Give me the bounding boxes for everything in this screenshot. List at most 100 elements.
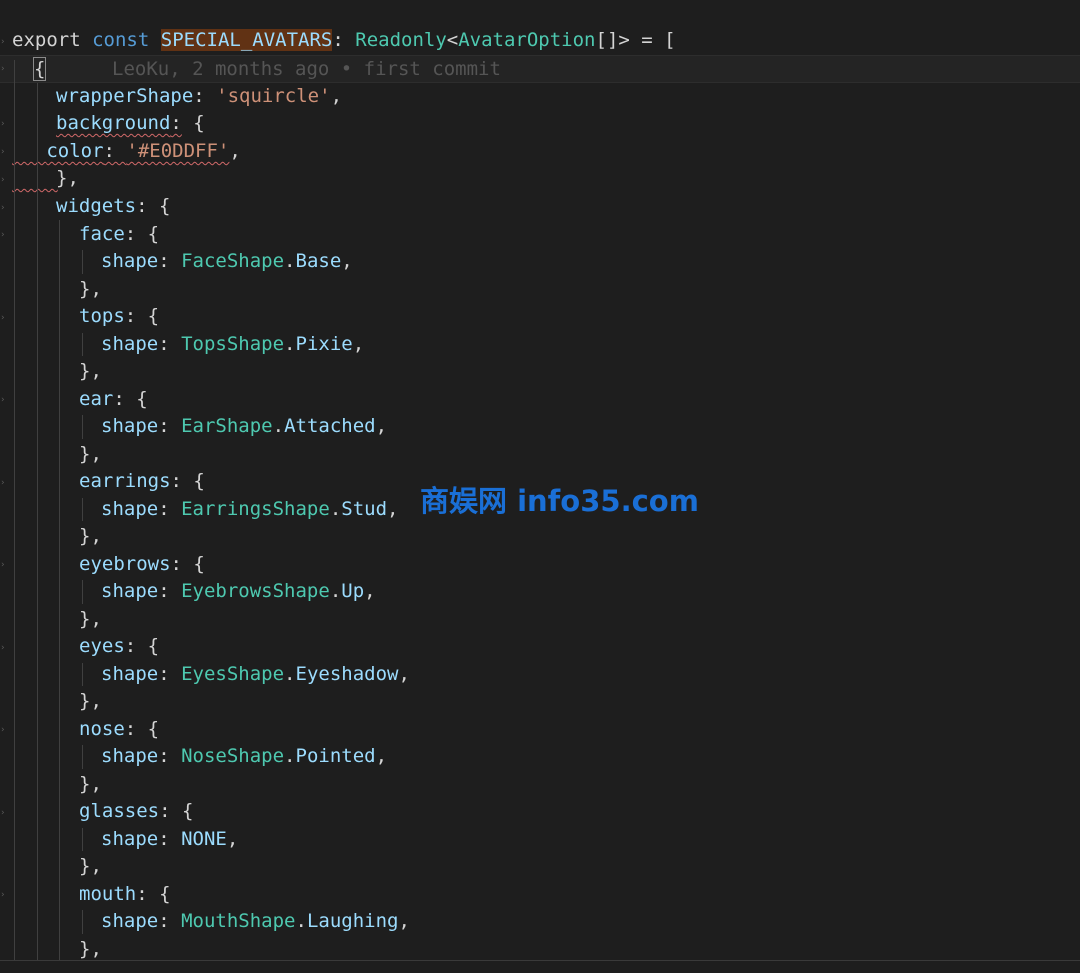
code-line[interactable]: shape: FaceShape.Base, (0, 248, 1080, 276)
current-line[interactable]: { LeoKu, 2 months ago • first commit (0, 55, 1080, 83)
code-line[interactable]: background: { (0, 110, 1080, 138)
code-line[interactable]: shape: TopsShape.Pixie, (0, 331, 1080, 359)
code-line[interactable]: export const SPECIAL_AVATARS: Readonly<A… (0, 27, 1080, 55)
code-line[interactable]: widgets: { (0, 193, 1080, 221)
code-line[interactable]: ear: { (0, 386, 1080, 414)
comma: , (375, 745, 388, 767)
comma: , (364, 580, 376, 602)
shape-key: shape (101, 662, 159, 685)
comma: , (375, 415, 388, 437)
indent-guide (82, 662, 83, 686)
fold-marker-icon[interactable]: › (0, 175, 5, 185)
dot: . (284, 745, 296, 767)
code-line[interactable]: nose: { (0, 716, 1080, 744)
fold-marker-icon[interactable]: › (0, 37, 5, 47)
shape-member: Stud (341, 497, 388, 520)
fold-marker-icon[interactable]: › (0, 230, 5, 240)
fold-marker-icon[interactable]: › (0, 478, 5, 488)
brace-open: : { (170, 552, 205, 575)
fold-marker-icon[interactable]: › (0, 203, 5, 213)
watermark: 商娱网 info35.com (420, 484, 699, 518)
colon: : (158, 580, 182, 602)
brace-open: { (181, 112, 205, 134)
indent-guide (82, 250, 83, 274)
code-line[interactable]: }, (0, 358, 1080, 386)
property-key: color (46, 140, 104, 162)
brace-open: : { (136, 195, 171, 217)
brace-close: }, (79, 277, 102, 300)
fold-marker-icon[interactable]: › (0, 808, 5, 818)
indent-guide (82, 745, 83, 769)
brace-open: : { (170, 470, 205, 492)
fold-marker-icon[interactable]: › (0, 64, 5, 74)
line1-tail: []> = [ (595, 29, 676, 51)
code-line[interactable]: wrapperShape: 'squircle', (0, 83, 1080, 111)
code-line[interactable]: glasses: { (0, 798, 1080, 826)
shape-key: shape (101, 415, 159, 437)
code-line[interactable]: shape: EarShape.Attached, (0, 413, 1080, 441)
code-line[interactable]: mouth: { (0, 881, 1080, 909)
shape-member: Base (295, 250, 342, 272)
code-line[interactable]: }, (0, 523, 1080, 551)
horizontal-scrollbar[interactable] (0, 960, 1080, 973)
widget-key: eyes (79, 635, 125, 657)
brace-open: : { (159, 800, 194, 822)
fold-marker-icon[interactable]: › (0, 395, 5, 405)
code-line[interactable]: }, (0, 853, 1080, 881)
code-line[interactable]: }, (0, 441, 1080, 469)
fold-marker-icon[interactable]: › (0, 890, 5, 900)
dot: . (272, 415, 285, 437)
indent-guide (37, 83, 38, 960)
dot: . (284, 250, 296, 272)
fold-marker-icon[interactable]: › (0, 313, 5, 323)
code-line[interactable]: shape: MouthShape.Laughing, (0, 908, 1080, 936)
fold-marker-icon[interactable]: › (0, 725, 5, 735)
comma: , (387, 497, 399, 520)
code-line[interactable]: shape: EyebrowsShape.Up, (0, 578, 1080, 606)
fold-marker-icon[interactable]: › (0, 119, 5, 129)
shape-key: shape (101, 332, 159, 355)
selected-identifier[interactable]: SPECIAL_AVATARS (160, 29, 333, 51)
avatar-option-type: AvatarOption (458, 29, 596, 51)
shape-enum: EyebrowsShape (181, 580, 330, 602)
brace-open: : { (136, 882, 171, 905)
fold-marker-icon[interactable]: › (0, 643, 5, 653)
colon: : (158, 910, 182, 932)
widget-key: tops (79, 305, 125, 327)
shape-key: shape (101, 580, 159, 602)
brace-open: : { (124, 635, 160, 657)
code-line[interactable]: color: '#E0DDFF', (0, 138, 1080, 166)
fold-marker-icon[interactable]: › (0, 560, 5, 570)
code-line[interactable]: }, (0, 165, 1080, 193)
shape-enum: EyesShape (181, 662, 285, 685)
fold-marker-icon[interactable]: › (0, 147, 5, 157)
code-line[interactable]: shape: NONE, (0, 826, 1080, 854)
code-line[interactable]: shape: NoseShape.Pointed, (0, 743, 1080, 771)
widget-key: nose (79, 717, 125, 740)
code-line[interactable]: }, (0, 606, 1080, 634)
code-line[interactable]: eyes: { (0, 633, 1080, 661)
code-line[interactable]: tops: { (0, 303, 1080, 331)
code-line[interactable]: }, (0, 771, 1080, 799)
code-line[interactable]: face: { (0, 221, 1080, 249)
code-line[interactable]: eyebrows: { (0, 551, 1080, 579)
colon: : (158, 497, 182, 520)
colon: : (158, 827, 182, 850)
angle-open: < (446, 29, 459, 51)
code-line[interactable]: }, (0, 276, 1080, 304)
code-line[interactable]: }, (0, 688, 1080, 716)
comma: , (352, 332, 365, 355)
code-line[interactable]: shape: EyesShape.Eyeshadow, (0, 661, 1080, 689)
widget-key: eyebrows (79, 552, 171, 575)
shape-member: Eyeshadow (295, 662, 399, 685)
colon: : (158, 745, 182, 767)
brace-close: }, (79, 442, 102, 465)
indent-guide (82, 497, 83, 521)
shape-enum: NoseShape (181, 745, 285, 767)
comma: , (341, 250, 353, 272)
shape-enum: FaceShape (181, 250, 285, 272)
indent-guide (14, 60, 15, 960)
readonly-type: Readonly (355, 29, 447, 51)
code-line[interactable]: }, (0, 936, 1080, 964)
shape-enum: EarringsShape (181, 497, 330, 520)
